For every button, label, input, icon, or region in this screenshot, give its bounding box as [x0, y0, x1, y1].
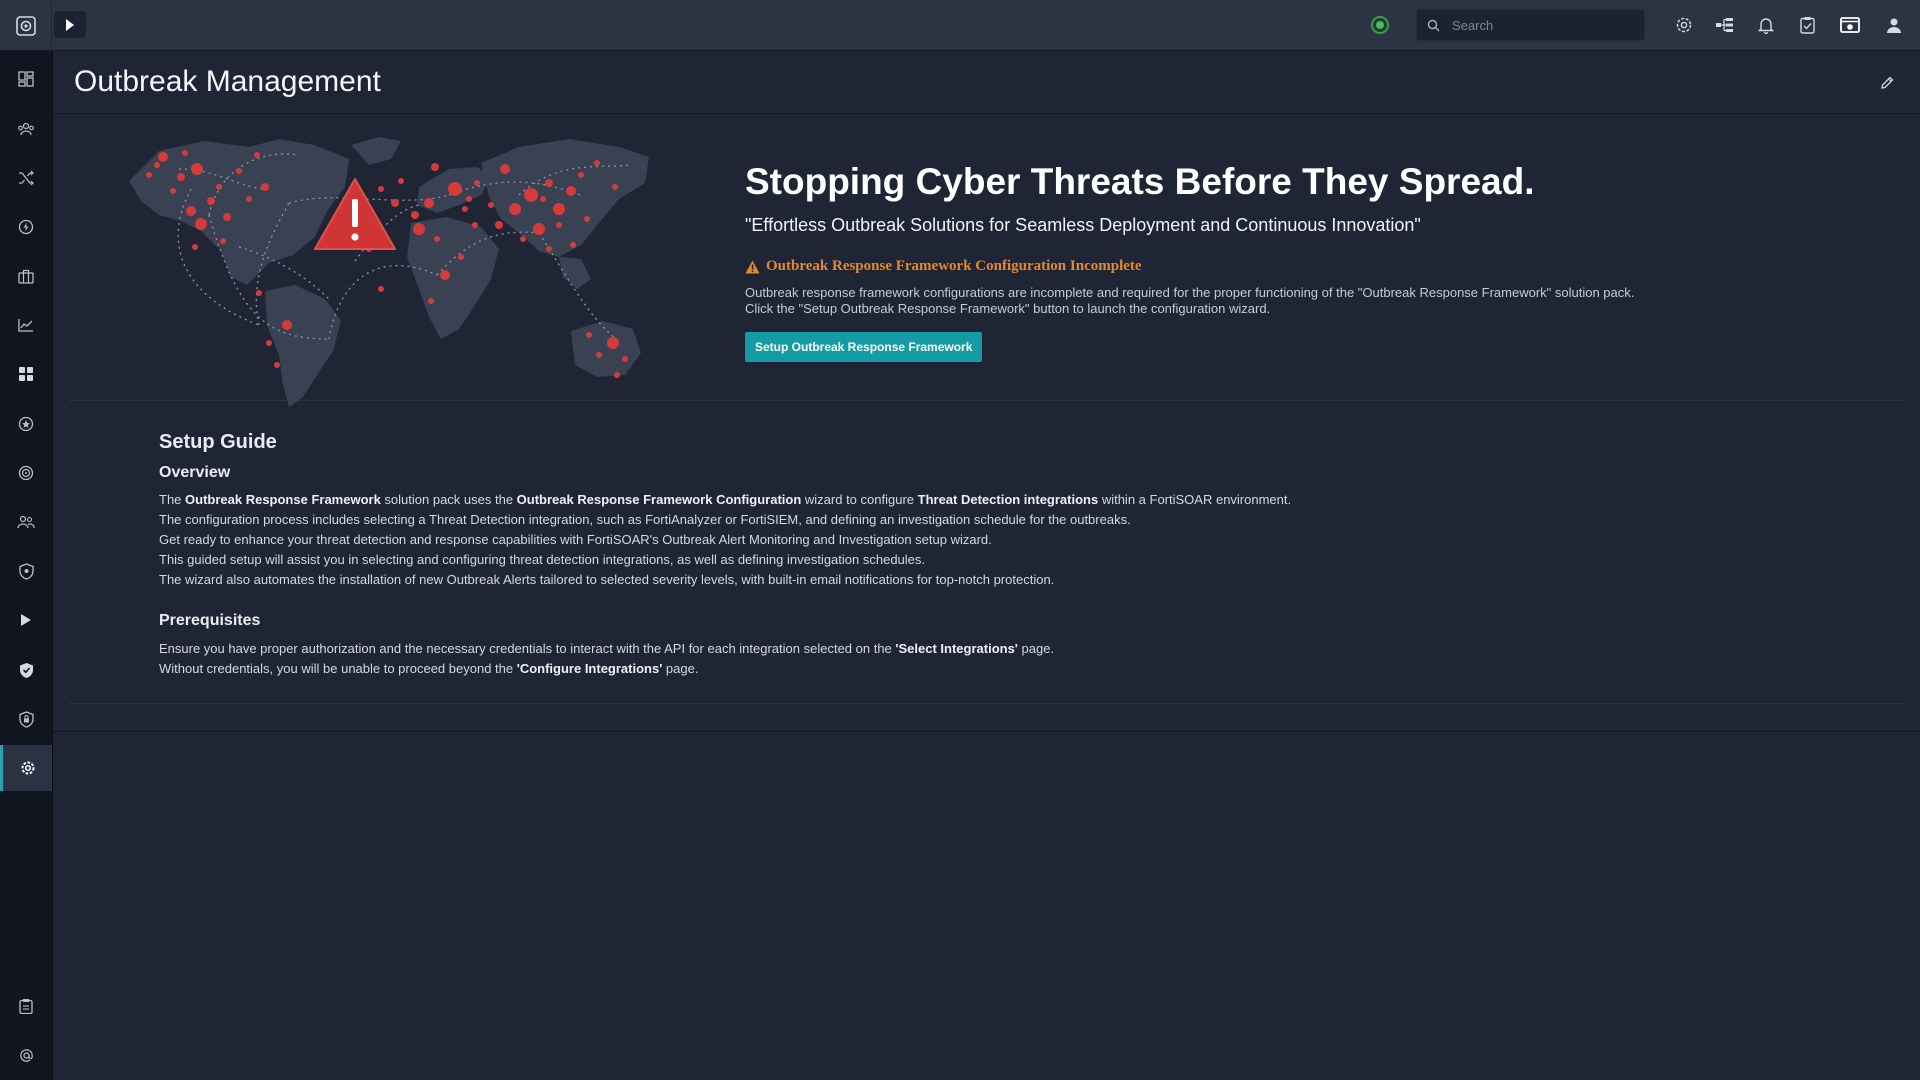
world-map-illustration — [119, 129, 659, 409]
sidebar-item-briefcase[interactable] — [0, 253, 52, 299]
setup-guide-title: Setup Guide — [159, 431, 277, 453]
clipboard-icon — [19, 999, 33, 1014]
search-icon — [1427, 19, 1440, 31]
settings-gear-icon[interactable] — [1672, 13, 1696, 37]
sidebar-item-bolt[interactable] — [0, 204, 52, 250]
sidebar-item-apps[interactable] — [0, 351, 52, 397]
page-title: Outbreak Management — [74, 65, 381, 98]
hierarchy-icon[interactable] — [1713, 13, 1737, 37]
shield-check-icon — [19, 662, 33, 678]
shield-icon — [18, 562, 34, 580]
overview-line-4: This guided setup will assist you in sel… — [159, 552, 926, 567]
overview-line-3: Get ready to enhance your threat detecti… — [159, 532, 992, 547]
status-dot-inner — [1376, 21, 1384, 29]
at-sign-icon — [19, 1048, 33, 1062]
bolt-icon — [18, 219, 34, 235]
app-logo-icon[interactable] — [0, 0, 52, 51]
warning-title-text: Outbreak Response Framework Configuratio… — [766, 258, 1142, 274]
sidebar — [0, 51, 53, 1080]
sidebar-item-dashboard[interactable] — [0, 56, 52, 102]
expand-sidebar-button[interactable] — [54, 11, 86, 38]
edit-page-button[interactable] — [1876, 72, 1898, 94]
warning-title: Outbreak Response Framework Configuratio… — [745, 258, 1142, 275]
sidebar-item-at[interactable] — [0, 1032, 52, 1078]
play-arrow-icon — [66, 18, 74, 31]
overview-line-1: The Outbreak Response Framework solution… — [159, 492, 1292, 507]
prereq-line-2: Without credentials, you will be unable … — [159, 661, 699, 676]
shuffle-icon — [19, 170, 34, 186]
section-divider — [53, 729, 1920, 732]
monitor-settings-icon[interactable] — [1838, 13, 1862, 37]
clipboard-check-icon[interactable] — [1795, 13, 1819, 37]
people-icon — [17, 515, 35, 529]
sidebar-item-analytics[interactable] — [0, 302, 52, 348]
shield-star-icon — [18, 416, 34, 432]
warning-triangle-icon — [745, 260, 760, 273]
sidebar-item-clipboard[interactable] — [0, 983, 52, 1029]
sidebar-item-outbreak-settings[interactable] — [0, 745, 52, 791]
prereq-line-1: Ensure you have proper authorization and… — [159, 641, 1055, 656]
search-box[interactable] — [1416, 9, 1645, 41]
sidebar-item-people[interactable] — [0, 499, 52, 545]
play-icon — [21, 614, 31, 626]
setup-framework-button[interactable]: Setup Outbreak Response Framework — [745, 332, 983, 362]
hero-section: Stopping Cyber Threats Before They Sprea… — [69, 115, 1905, 407]
setup-guide-section: Setup Guide Overview The Outbreak Respon… — [69, 402, 1905, 704]
sidebar-item-playbooks[interactable] — [0, 597, 52, 643]
warning-line-2: Click the "Setup Outbreak Response Frame… — [745, 301, 1271, 316]
overview-line-2: The configuration process includes selec… — [159, 512, 1131, 527]
sidebar-item-target[interactable] — [0, 450, 52, 496]
sidebar-item-shield[interactable] — [0, 548, 52, 594]
shield-lock-icon — [18, 710, 34, 728]
chart-icon — [18, 319, 33, 332]
hero-subheadline: "Effortless Outbreak Solutions for Seaml… — [745, 215, 1421, 235]
sidebar-item-users-group[interactable] — [0, 106, 52, 152]
top-bar — [0, 0, 1920, 51]
target-icon — [18, 465, 34, 481]
users-group-icon — [18, 122, 34, 136]
overview-line-5: The wizard also automates the installati… — [159, 572, 1055, 587]
gear-icon — [21, 761, 34, 775]
system-status-indicator[interactable] — [1371, 16, 1389, 34]
sidebar-item-shuffle[interactable] — [0, 155, 52, 201]
briefcase-icon — [18, 269, 34, 284]
dashboard-icon — [18, 71, 34, 87]
search-input[interactable] — [1452, 17, 1632, 33]
sidebar-item-shield-lock[interactable] — [0, 696, 52, 742]
sidebar-item-shield-star[interactable] — [0, 401, 52, 447]
warning-line-1: Outbreak response framework configuratio… — [745, 285, 1635, 300]
prerequisites-heading: Prerequisites — [159, 612, 261, 629]
user-profile-icon[interactable] — [1882, 13, 1906, 37]
overview-heading: Overview — [159, 464, 231, 481]
hero-headline: Stopping Cyber Threats Before They Sprea… — [745, 161, 1535, 202]
sidebar-item-shield-check[interactable] — [0, 647, 52, 693]
page-header: Outbreak Management — [53, 52, 1920, 114]
bell-icon[interactable] — [1754, 13, 1778, 37]
grid-icon — [19, 367, 33, 381]
pencil-icon — [1881, 76, 1894, 89]
